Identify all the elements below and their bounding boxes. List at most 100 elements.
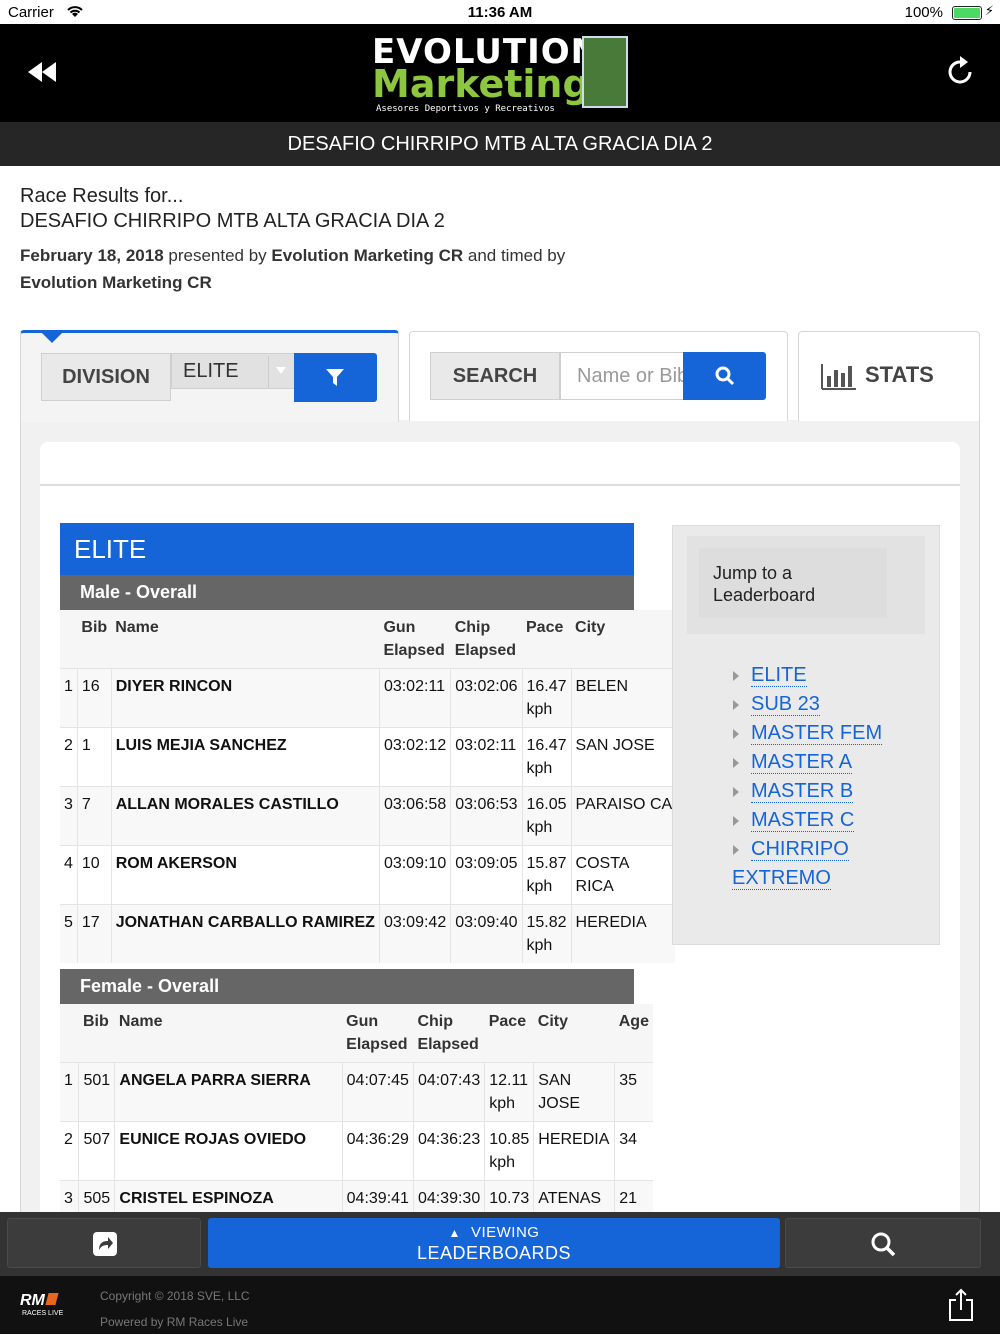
table-row[interactable]: 3 7 ALLAN MORALES CASTILLO 03:06:58 03:0… <box>60 786 676 846</box>
cell-place: 2 <box>60 727 78 787</box>
evolution-marketing-logo: EVOLUTION Marketing Asesores Deportivos … <box>368 32 630 116</box>
bottom-toolbar: ▲ VIEWING LEADERBOARDS <box>0 1212 1000 1276</box>
cell-city: HEREDIA <box>533 1121 615 1181</box>
viewing-section: LEADERBOARDS <box>416 1243 572 1263</box>
table-row[interactable]: 4 10 ROM AKERSON 03:09:10 03:09:05 15.87… <box>60 845 676 905</box>
cell-chip: 03:09:05 <box>450 845 522 905</box>
search-icon <box>871 1232 896 1257</box>
logo-text-marketing: Marketing <box>372 62 590 106</box>
table-row[interactable]: 2 1 LUIS MEJIA SANCHEZ 03:02:12 03:02:11… <box>60 727 676 787</box>
table-row[interactable]: 5 17 JONATHAN CARBALLO RAMIREZ 03:09:42 … <box>60 904 676 963</box>
cell-city: COSTA RICA <box>570 845 676 905</box>
table-row[interactable]: 1 16 DIYER RINCON 03:02:11 03:02:06 16.4… <box>60 668 676 728</box>
cell-place: 1 <box>60 1062 79 1122</box>
battery-percent: 100% <box>904 4 943 21</box>
cell-pace: 10.85 kph <box>484 1121 534 1181</box>
active-tab-pointer <box>42 333 62 343</box>
leaderboard-link-chirripo-extremo[interactable]: EXTREMO <box>732 864 933 893</box>
female-results-table: Bib Name Gun Elapsed Chip Elapsed Pace C… <box>60 1004 653 1239</box>
intro-race-name: DESAFIO CHIRRIPO MTB ALTA GRACIA DIA 2 <box>20 210 445 232</box>
chevron-down-icon <box>276 367 286 374</box>
leaderboard-link-master-c[interactable]: MASTER C <box>733 806 933 835</box>
cell-city: SAN JOSE <box>533 1062 615 1122</box>
col-name: Name <box>114 1004 343 1063</box>
viewing-label: VIEWING <box>470 1224 540 1241</box>
intro-heading: Race Results for... <box>20 185 184 207</box>
search-input[interactable]: Name or Bib <box>560 352 684 400</box>
viewing-leaderboards-button[interactable]: ▲ VIEWING LEADERBOARDS <box>208 1218 780 1268</box>
cell-name: ALLAN MORALES CASTILLO <box>110 786 380 846</box>
table-row[interactable]: 2 507 EUNICE ROJAS OVIEDO 04:36:29 04:36… <box>60 1121 653 1181</box>
leaderboard-links: ELITE SUB 23 MASTER FEM MASTER A MASTER … <box>732 661 933 893</box>
caret-right-icon <box>733 671 739 681</box>
cell-pace: 16.47 kph <box>521 727 572 787</box>
cell-place: 3 <box>60 786 78 846</box>
stats-label: STATS <box>865 362 934 387</box>
leaderboard-link-master-b[interactable]: MASTER B <box>733 777 933 806</box>
division-select[interactable]: ELITE <box>171 353 295 389</box>
table-row[interactable]: 1 501 ANGELA PARRA SIERRA 04:07:45 04:07… <box>60 1062 653 1122</box>
cell-bib: 10 <box>76 845 112 905</box>
leaderboard-link-sub23[interactable]: SUB 23 <box>733 690 933 719</box>
cell-pace: 12.11 kph <box>484 1062 534 1122</box>
col-pace: Pace <box>484 1004 534 1063</box>
male-overall-header: Male - Overall <box>60 575 634 610</box>
cell-bib: 17 <box>76 904 112 963</box>
leaderboard-link-elite[interactable]: ELITE <box>733 661 933 690</box>
cell-gun: 03:06:58 <box>378 786 451 846</box>
cell-age: 35 <box>614 1062 653 1122</box>
female-overall-header: Female - Overall <box>60 969 634 1004</box>
cell-gun: 04:36:29 <box>341 1121 414 1181</box>
cell-place: 2 <box>60 1121 79 1181</box>
division-label: DIVISION <box>41 353 171 401</box>
division-header: ELITE <box>60 523 634 575</box>
event-title-bar: DESAFIO CHIRRIPO MTB ALTA GRACIA DIA 2 <box>0 122 1000 166</box>
male-results-table: Bib Name Gun Elapsed Chip Elapsed Pace C… <box>60 610 676 963</box>
copyright-text: Copyright © 2018 SVE, LLC <box>100 1289 250 1303</box>
share-button[interactable] <box>7 1218 201 1268</box>
cell-gun: 03:02:12 <box>378 727 451 787</box>
footer-brand: RM <box>20 1292 45 1309</box>
cell-name: ANGELA PARRA SIERRA <box>114 1062 343 1122</box>
reload-icon[interactable] <box>946 54 976 86</box>
logo-tagline: Asesores Deportivos y Recreativos <box>376 104 555 114</box>
rewind-icon[interactable] <box>24 54 60 90</box>
leaderboard-link-master-fem[interactable]: MASTER FEM <box>733 719 933 748</box>
caret-right-icon <box>733 845 739 855</box>
leaderboard-link-master-a[interactable]: MASTER A <box>733 748 933 777</box>
clock: 11:36 AM <box>467 4 533 21</box>
stats-tab[interactable]: STATS <box>798 331 980 421</box>
filter-button[interactable] <box>294 353 377 402</box>
col-gun-elapsed: Gun Elapsed <box>342 1004 414 1063</box>
cell-bib: 501 <box>78 1062 115 1122</box>
search-button[interactable] <box>683 352 766 400</box>
cell-chip: 03:02:11 <box>450 727 522 787</box>
cell-pace: 15.82 kph <box>521 904 572 963</box>
race-meta: February 18, 2018 presented by Evolution… <box>20 242 580 296</box>
cell-city: HEREDIA <box>570 904 676 963</box>
charging-icon: ⚡ <box>984 3 994 18</box>
cell-bib: 1 <box>76 727 112 787</box>
jump-title: Jump to a Leaderboard <box>699 548 887 618</box>
cell-name: EUNICE ROJAS OVIEDO <box>114 1121 343 1181</box>
ios-share-icon[interactable] <box>948 1288 974 1322</box>
footer: RM RACES LIVE Copyright © 2018 SVE, LLC … <box>0 1276 1000 1334</box>
bar-chart-icon <box>821 364 856 390</box>
cell-gun: 04:07:45 <box>341 1062 414 1122</box>
bottom-search-button[interactable] <box>785 1218 981 1268</box>
caret-right-icon <box>733 729 739 739</box>
battery-icon <box>952 6 982 20</box>
cell-chip: 03:09:40 <box>450 904 522 963</box>
cell-chip: 04:07:43 <box>412 1062 485 1122</box>
division-select-value: ELITE <box>183 360 239 382</box>
col-place <box>60 610 78 669</box>
cell-place: 4 <box>60 845 78 905</box>
caret-up-icon: ▲ <box>448 1226 461 1240</box>
cell-pace: 16.47 kph <box>521 668 572 728</box>
search-label: SEARCH <box>430 352 560 400</box>
cell-chip: 03:02:06 <box>450 668 522 728</box>
cell-chip: 03:06:53 <box>450 786 522 846</box>
caret-right-icon <box>733 700 739 710</box>
leaderboard-link-chirripo[interactable]: CHIRRIPO <box>733 835 933 864</box>
presenter-name: Evolution Marketing CR <box>271 246 464 265</box>
